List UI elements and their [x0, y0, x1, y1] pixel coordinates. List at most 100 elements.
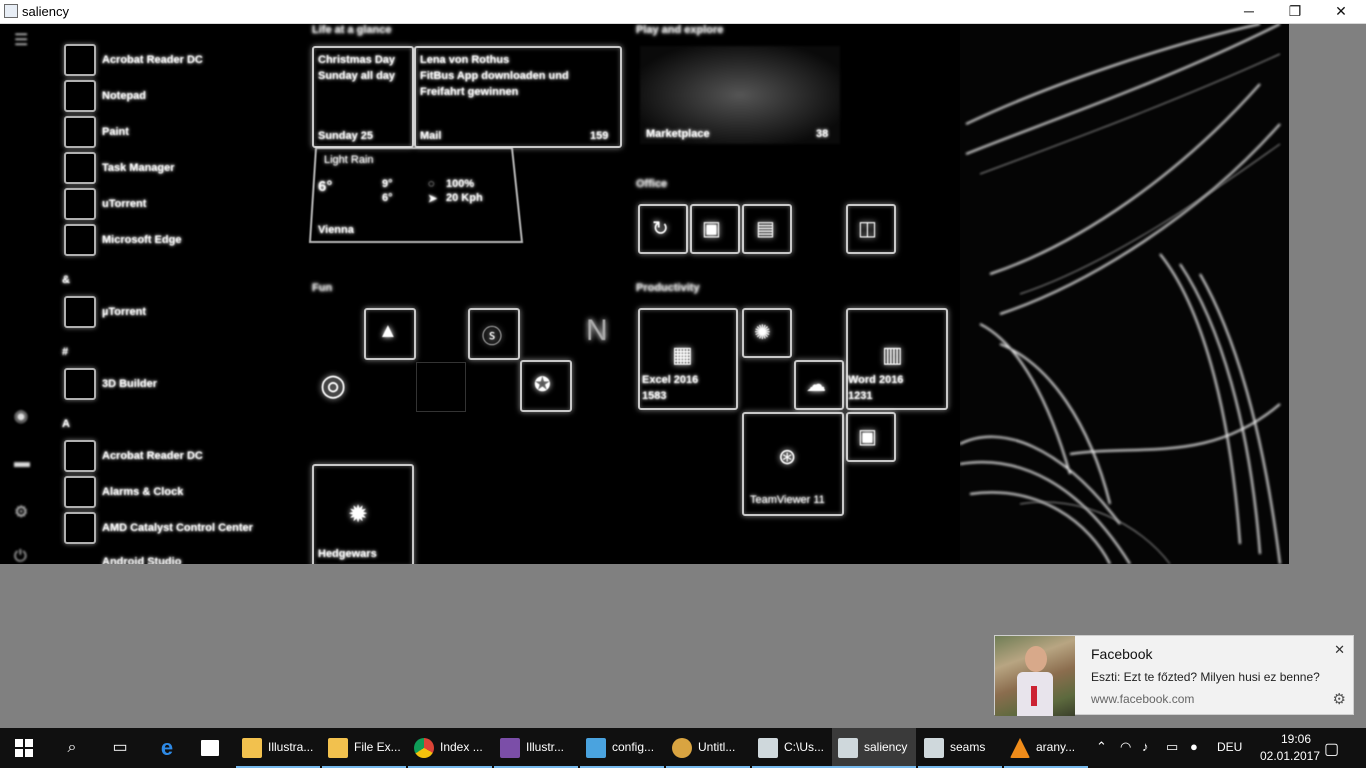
visual-studio-icon — [500, 738, 520, 758]
taskbar-app[interactable]: seams — [918, 728, 1002, 768]
section-header: Life at a glance — [312, 24, 392, 36]
wind-icon: ➤ — [428, 193, 438, 205]
weather-city: Vienna — [318, 224, 354, 236]
taskbar: ⌕ ▭ e Illustra... File Ex... Index ... I… — [0, 728, 1366, 768]
taskbar-app[interactable]: C:\Us... — [752, 728, 836, 768]
taskbar-app[interactable]: arany... — [1004, 728, 1088, 768]
weather-low: 6° — [382, 192, 393, 204]
taskbar-app-active[interactable]: saliency — [832, 728, 916, 768]
app-list-item: Acrobat Reader DC — [102, 54, 203, 66]
language-indicator[interactable]: DEU — [1217, 740, 1242, 754]
window-titlebar: saliency ─ ❐ ✕ — [0, 0, 1366, 24]
weather-wind: 20 Kph — [446, 192, 483, 204]
store-tile[interactable] — [416, 362, 466, 412]
notepad-icon — [586, 738, 606, 758]
section-header: Productivity — [636, 282, 700, 294]
paint-icon — [64, 116, 96, 148]
weather-temp: 6° — [318, 178, 333, 195]
section-header: Fun — [312, 282, 333, 294]
maximize-button[interactable]: ❐ — [1272, 0, 1318, 22]
app-list-item: Task Manager — [102, 162, 175, 174]
app-list-item: Paint — [102, 126, 129, 138]
taskbar-app[interactable]: Index ... — [408, 728, 492, 768]
search-icon[interactable]: ⌕ — [48, 728, 96, 768]
network-icon[interactable]: ◠ — [1120, 739, 1131, 755]
app-list-item: Acrobat Reader DC — [102, 450, 203, 462]
taskbar-app[interactable]: Illustra... — [236, 728, 320, 768]
close-icon[interactable]: ✕ — [1334, 642, 1345, 658]
app-tray-icon[interactable]: ● — [1190, 739, 1198, 754]
app-list-item: Alarms & Clock — [102, 486, 184, 498]
task-view-icon[interactable]: ▭ — [96, 728, 144, 768]
facebook-notification[interactable]: Facebook Eszti: Ezt te főzted? Milyen hu… — [994, 635, 1354, 716]
section-header: Office — [636, 178, 668, 190]
onenote-n-icon: N — [586, 314, 608, 347]
taskbar-app-label: config... — [612, 740, 655, 754]
taskbar-app[interactable]: Illustr... — [494, 728, 578, 768]
letter-header: A — [62, 418, 70, 430]
pdf-icon — [64, 440, 96, 472]
calendar-event: Christmas Day — [318, 54, 396, 66]
edge-icon[interactable]: e — [144, 728, 190, 768]
folder-icon: ▬ — [14, 454, 30, 471]
console-window-icon — [758, 738, 778, 758]
close-button[interactable]: ✕ — [1318, 0, 1364, 22]
taskbar-app-label: Index ... — [440, 740, 483, 754]
word-label: Word 2016 — [848, 374, 904, 386]
excel-icon: ▦ — [672, 342, 693, 367]
calendar-date: Sunday 25 — [318, 130, 374, 142]
letter-header: & — [62, 274, 70, 286]
user-avatar-icon: ◉ — [14, 408, 28, 425]
word-count: 1231 — [848, 390, 873, 402]
amd-icon — [64, 512, 96, 544]
app-list-item: µTorrent — [102, 306, 147, 318]
mail-count: 159 — [590, 130, 609, 142]
builder-icon — [64, 368, 96, 400]
window-title: saliency — [22, 4, 69, 19]
app-icon — [4, 4, 18, 18]
taskbar-app[interactable]: File Ex... — [322, 728, 406, 768]
saliency-image: ☰ ◉ ▬ ⚙ ⏻ Acrobat Reader DC Notepad Pain… — [0, 24, 1289, 564]
volume-icon[interactable]: ♪ — [1142, 739, 1149, 754]
sway-icon: ↻ — [652, 218, 669, 240]
gear-icon[interactable]: ⚙ — [1333, 690, 1346, 708]
taskbar-app-label: File Ex... — [354, 740, 401, 754]
mail-sender: Lena von Rothus — [420, 54, 510, 66]
mail-subject: FitBus App downloaden und — [420, 70, 569, 82]
utorrent-icon: ✺ — [754, 322, 771, 344]
news-count: 38 — [816, 128, 829, 140]
weather-condition: Light Rain — [324, 154, 374, 166]
app-list-item: AMD Catalyst Control Center — [102, 522, 253, 534]
start-button[interactable] — [0, 728, 48, 768]
folder-icon — [242, 738, 262, 758]
game-icon: ✪ — [534, 374, 551, 396]
pdf-icon — [64, 44, 96, 76]
chevron-up-icon[interactable]: ⌃ — [1096, 739, 1107, 755]
notification-message: Eszti: Ezt te főzted? Milyen husi ez ben… — [1091, 670, 1320, 684]
minimize-button[interactable]: ─ — [1226, 0, 1272, 22]
weather-humidity: 100% — [446, 178, 475, 190]
notification-app-name: Facebook — [1091, 646, 1153, 662]
chrome-icon: ◎ — [320, 369, 347, 402]
letter-header: # — [62, 346, 69, 358]
app-list-item: uTorrent — [102, 198, 147, 210]
excel-count: 1583 — [642, 390, 667, 402]
store-icon[interactable] — [190, 728, 230, 768]
onenote-icon: ◫ — [858, 218, 877, 240]
window-icon — [924, 738, 944, 758]
office-doc-icon: ▣ — [702, 218, 721, 240]
app-list-item: 3D Builder — [102, 378, 158, 390]
window-icon — [838, 738, 858, 758]
notepad-icon — [64, 80, 96, 112]
clock-time[interactable]: 19:06 — [1258, 732, 1334, 746]
taskbar-app[interactable]: Untitl... — [666, 728, 750, 768]
chrome-icon — [414, 738, 434, 758]
power-icon: ⏻ — [14, 548, 27, 564]
teamviewer-icon: ⊛ — [778, 444, 797, 469]
action-center-icon[interactable]: ▢ — [1324, 739, 1339, 759]
droplet-icon: ◌ — [428, 178, 435, 190]
taskbar-app[interactable]: config... — [580, 728, 664, 768]
battery-icon[interactable]: ▭ — [1166, 739, 1178, 755]
clock-date[interactable]: 02.01.2017 — [1252, 749, 1328, 763]
weather-high: 9° — [382, 178, 393, 190]
